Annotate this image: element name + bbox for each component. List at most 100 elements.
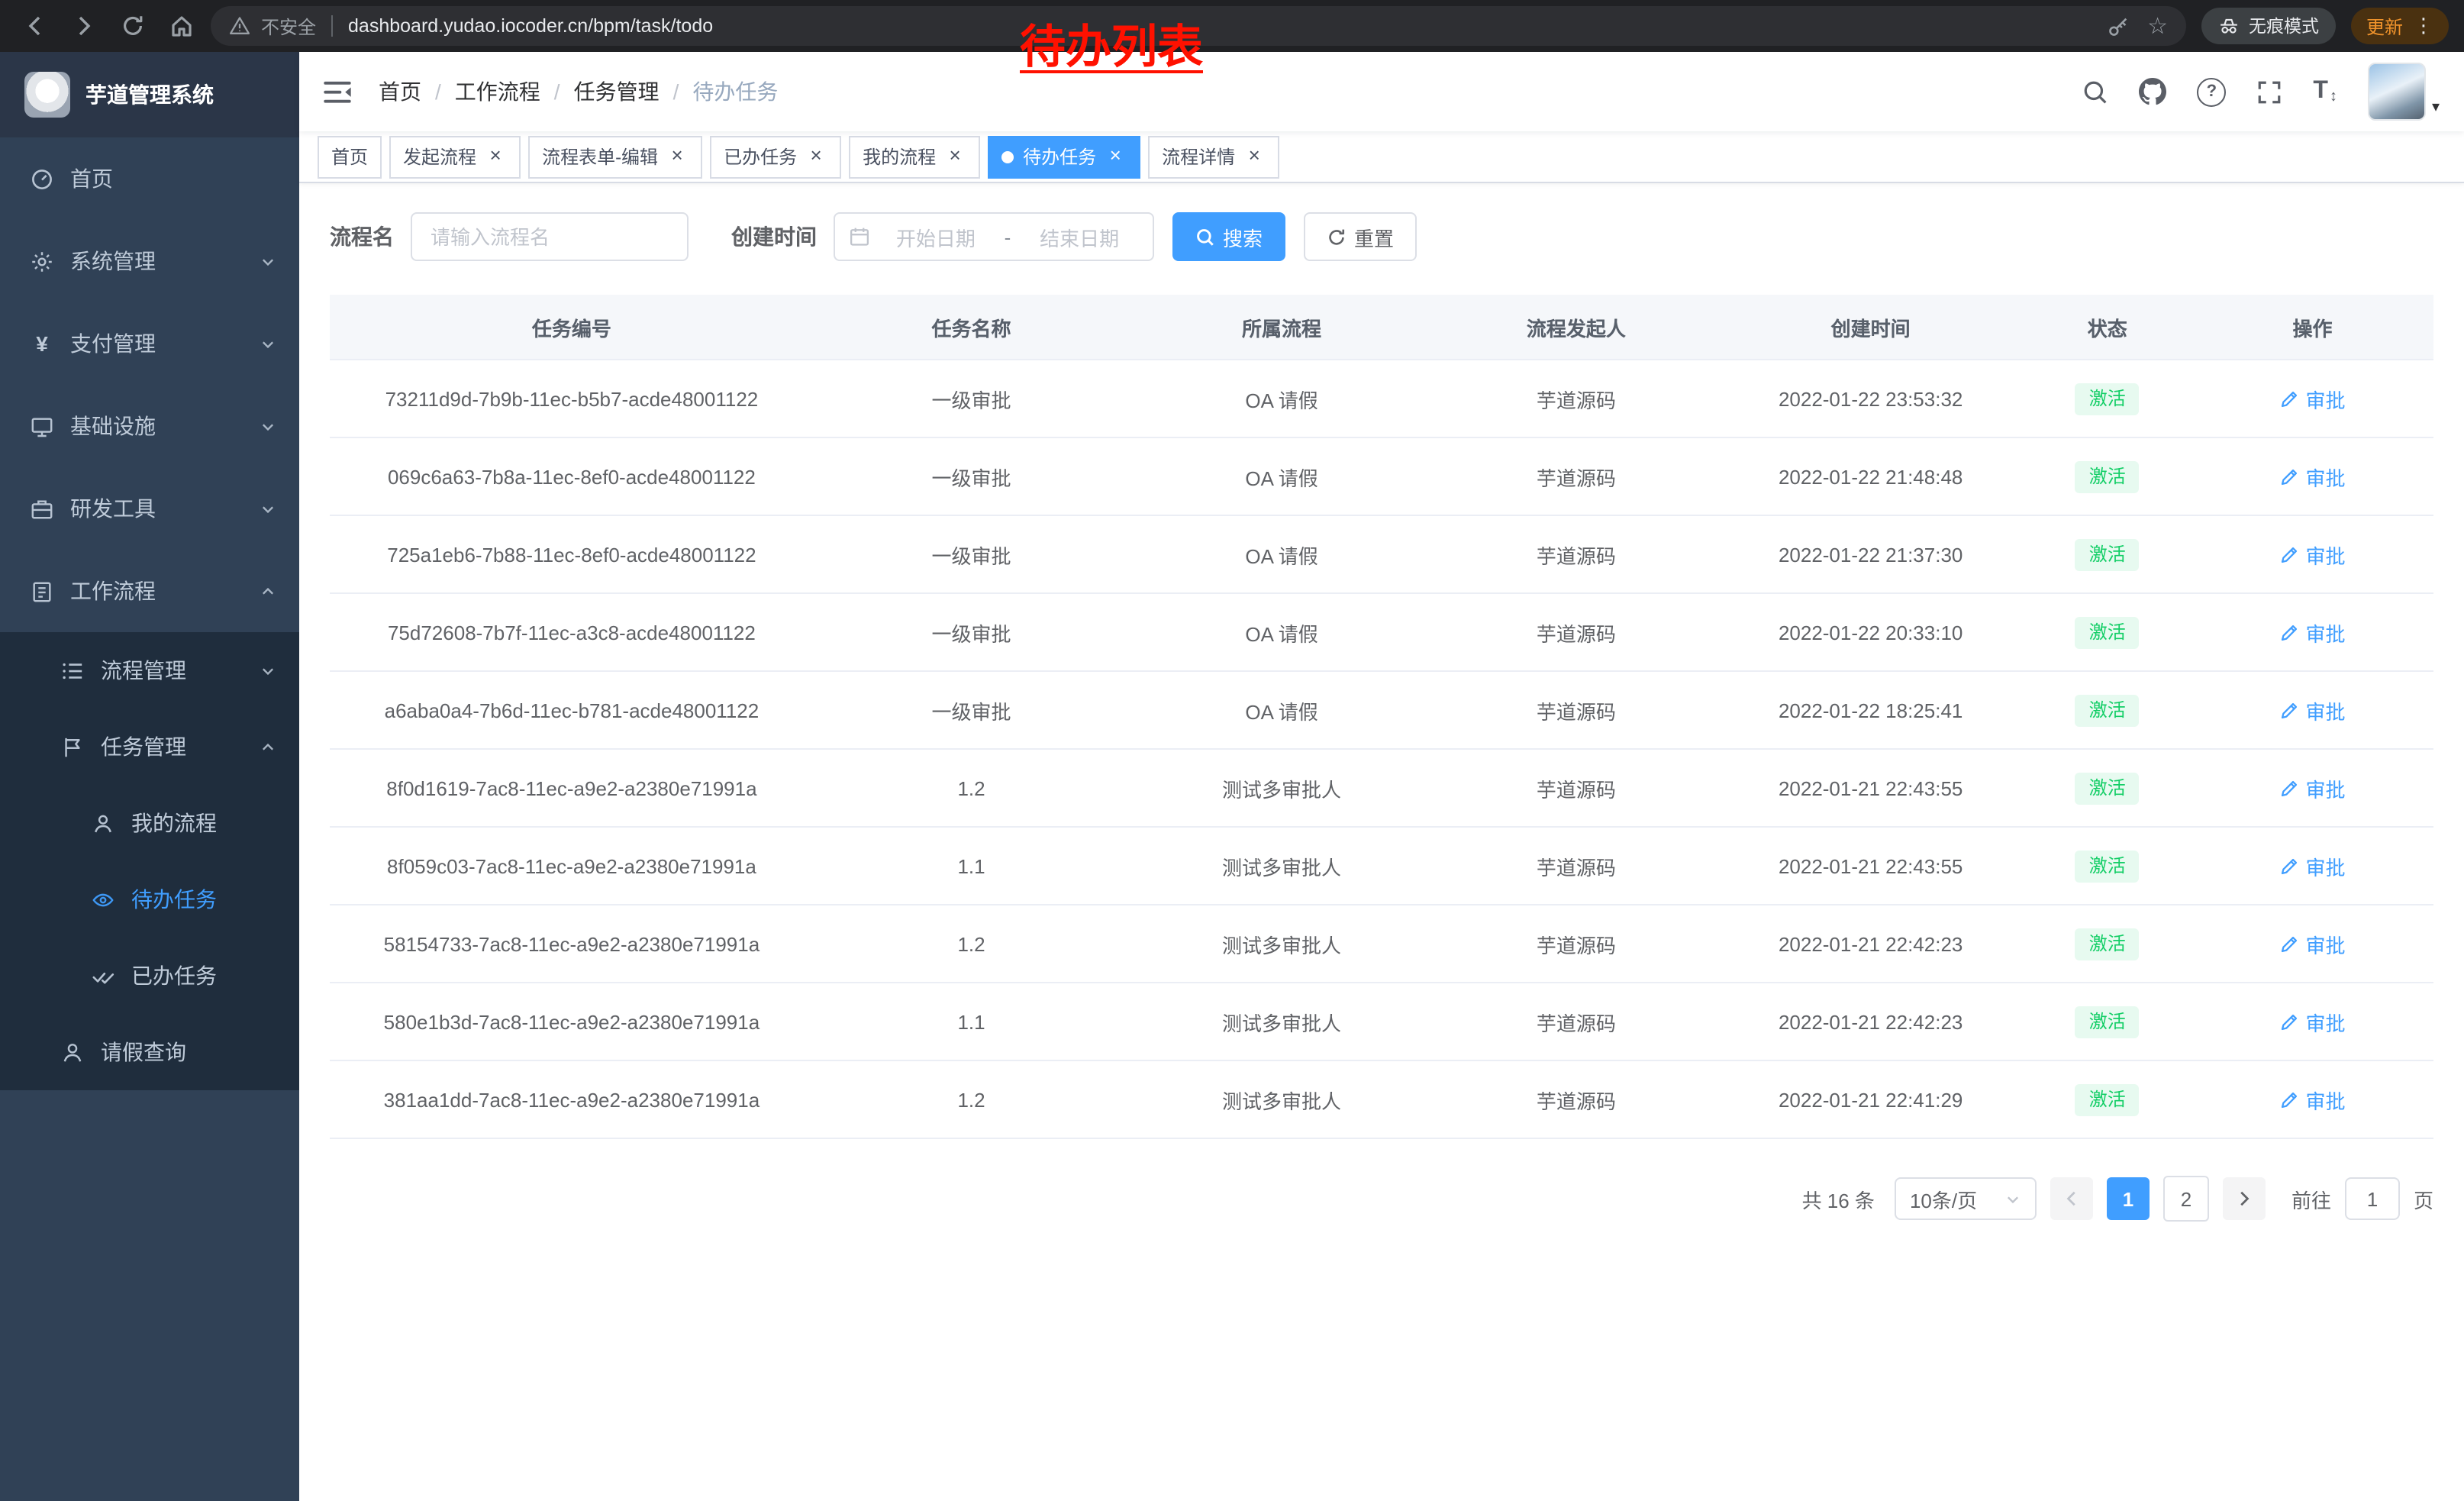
tab-label: 首页 [331, 144, 368, 169]
back-button[interactable] [15, 6, 55, 46]
date-range-picker[interactable]: 开始日期 - 结束日期 [834, 212, 1154, 261]
sidebar-item-infrastructure[interactable]: 基础设施 [0, 385, 299, 467]
date-separator: - [1001, 225, 1014, 248]
cell-initiator: 芋道源码 [1434, 515, 1718, 593]
breadcrumb-task-mgmt[interactable]: 任务管理 [574, 76, 660, 107]
page-size-select[interactable]: 10条/页 [1895, 1177, 2037, 1220]
tab-home[interactable]: 首页 [318, 135, 382, 178]
breadcrumb-home[interactable]: 首页 [379, 76, 421, 107]
forward-button[interactable] [64, 6, 104, 46]
cell-task-name: 一级审批 [814, 437, 1129, 515]
refresh-button[interactable] [113, 6, 153, 46]
sidebar-item-label: 研发工具 [70, 493, 156, 524]
cell-created: 2022-01-21 22:43:55 [1718, 749, 2024, 827]
table-row: 725a1eb6-7b88-11ec-8ef0-acde48001122 一级审… [330, 515, 2433, 593]
tab-label: 流程详情 [1162, 144, 1235, 169]
prev-page-button[interactable] [2050, 1177, 2093, 1220]
close-icon[interactable]: × [484, 145, 507, 168]
tab-process-detail[interactable]: 流程详情 × [1148, 135, 1279, 178]
tab-todo-tasks[interactable]: 待办任务 × [988, 135, 1140, 178]
sidebar-item-label: 首页 [70, 163, 113, 194]
app-logo[interactable]: 芋道管理系统 [0, 52, 299, 137]
cell-status: 激活 [2023, 983, 2191, 1060]
cell-actions: 审批 [2191, 827, 2433, 905]
cell-process: OA 请假 [1129, 437, 1434, 515]
approve-link[interactable]: 审批 [2279, 1085, 2345, 1114]
process-name-input[interactable] [411, 212, 689, 261]
pagination: 共 16 条 10条/页 1 2 前往 [330, 1176, 2433, 1222]
sidebar-item-system-mgmt[interactable]: 系统管理 [0, 220, 299, 302]
help-icon[interactable]: ? [2197, 77, 2226, 106]
sidebar: 芋道管理系统 首页 系统管理 ¥ 支付管理 [0, 52, 299, 1501]
cell-initiator: 芋道源码 [1434, 827, 1718, 905]
edit-icon [2279, 934, 2299, 954]
page-button-1[interactable]: 1 [2107, 1177, 2150, 1220]
search-button[interactable]: 搜索 [1172, 212, 1285, 261]
url-bar[interactable]: 不安全 dashboard.yudao.iocoder.cn/bpm/task/… [211, 6, 2186, 46]
sidebar-item-done-tasks[interactable]: 已办任务 [0, 938, 299, 1014]
todo-task-table: 任务编号 任务名称 所属流程 流程发起人 创建时间 状态 操作 [330, 295, 2433, 1139]
breadcrumb: 首页 / 工作流程 / 任务管理 / 待办任务 [379, 76, 778, 107]
tab-my-process[interactable]: 我的流程 × [849, 135, 980, 178]
close-icon[interactable]: × [666, 145, 689, 168]
chevron-down-icon [260, 335, 276, 352]
approve-link[interactable]: 审批 [2279, 540, 2345, 569]
tab-process-form-edit[interactable]: 流程表单-编辑 × [528, 135, 702, 178]
update-button[interactable]: 更新 ⋮ [2351, 8, 2449, 44]
approve-link[interactable]: 审批 [2279, 696, 2345, 725]
chevron-up-icon [260, 583, 276, 599]
approve-link[interactable]: 审批 [2279, 851, 2345, 880]
fullscreen-icon[interactable] [2256, 79, 2282, 105]
approve-link[interactable]: 审批 [2279, 618, 2345, 647]
table-row: 8f0d1619-7ac8-11ec-a9e2-a2380e71991a 1.2… [330, 749, 2433, 827]
github-icon[interactable] [2139, 78, 2166, 105]
sidebar-item-dev-tools[interactable]: 研发工具 [0, 467, 299, 550]
sidebar-item-leave-query[interactable]: 请假查询 [0, 1014, 299, 1090]
search-icon[interactable] [2082, 79, 2108, 105]
approve-link[interactable]: 审批 [2279, 384, 2345, 413]
browser-menu-icon[interactable]: ⋮ [2414, 14, 2433, 38]
next-page-button[interactable] [2223, 1177, 2266, 1220]
user-menu[interactable]: ▾ [2368, 63, 2440, 121]
status-badge: 激活 [2075, 850, 2140, 882]
cell-task-id: a6aba0a4-7b6d-11ec-b781-acde48001122 [330, 671, 814, 749]
sidebar-item-payment-mgmt[interactable]: ¥ 支付管理 [0, 302, 299, 385]
approve-link[interactable]: 审批 [2279, 462, 2345, 491]
password-key-icon[interactable] [2106, 15, 2129, 37]
sidebar-item-workflow[interactable]: 工作流程 [0, 550, 299, 632]
close-icon[interactable]: × [943, 145, 966, 168]
sidebar-item-todo-tasks[interactable]: 待办任务 [0, 861, 299, 938]
cell-process: 测试多审批人 [1129, 1060, 1434, 1138]
tab-start-process[interactable]: 发起流程 × [389, 135, 521, 178]
bookmark-star-icon[interactable]: ☆ [2147, 15, 2168, 37]
approve-link[interactable]: 审批 [2279, 1007, 2345, 1036]
approve-link[interactable]: 审批 [2279, 929, 2345, 958]
cell-initiator: 芋道源码 [1434, 671, 1718, 749]
chevron-up-icon [260, 738, 276, 755]
page-button-2[interactable]: 2 [2163, 1176, 2209, 1222]
sidebar-item-process-mgmt[interactable]: 流程管理 [0, 632, 299, 709]
main-area: 首页 / 工作流程 / 任务管理 / 待办任务 ? [299, 52, 2464, 1501]
breadcrumb-workflow[interactable]: 工作流程 [455, 76, 540, 107]
table-row: 73211d9d-7b9b-11ec-b5b7-acde48001122 一级审… [330, 360, 2433, 437]
close-icon[interactable]: × [1104, 145, 1127, 168]
tab-done-tasks[interactable]: 已办任务 × [710, 135, 841, 178]
sidebar-collapse-button[interactable] [324, 80, 351, 103]
sidebar-item-home[interactable]: 首页 [0, 137, 299, 220]
reset-button[interactable]: 重置 [1304, 212, 1417, 261]
cell-actions: 审批 [2191, 437, 2433, 515]
approve-link[interactable]: 审批 [2279, 773, 2345, 802]
home-button[interactable] [162, 6, 202, 46]
close-icon[interactable]: × [805, 145, 827, 168]
sidebar-item-label: 已办任务 [131, 960, 217, 991]
cell-initiator: 芋道源码 [1434, 983, 1718, 1060]
chevron-down-icon [260, 500, 276, 517]
cell-created: 2022-01-22 20:33:10 [1718, 593, 2024, 671]
avatar[interactable] [2368, 63, 2426, 121]
font-size-icon[interactable]: T↕ [2313, 78, 2337, 105]
goto-page-input[interactable] [2345, 1177, 2400, 1220]
sidebar-item-task-mgmt[interactable]: 任务管理 [0, 709, 299, 785]
close-icon[interactable]: × [1243, 145, 1266, 168]
sidebar-item-my-process[interactable]: 我的流程 [0, 785, 299, 861]
cell-created: 2022-01-21 22:43:55 [1718, 827, 2024, 905]
